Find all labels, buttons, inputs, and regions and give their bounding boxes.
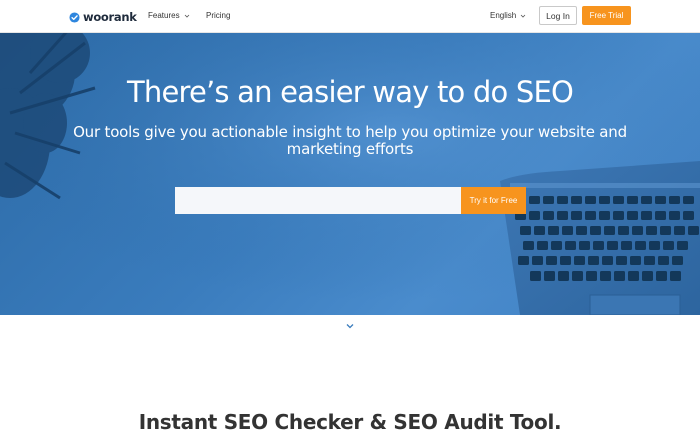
- check-badge-icon: [69, 11, 80, 23]
- free-trial-button[interactable]: Free Trial: [582, 6, 631, 25]
- hero-subtitle: Our tools give you actionable insight to…: [50, 124, 650, 158]
- hero-subtitle-line-2: marketing efforts: [286, 140, 414, 158]
- section-title: Instant SEO Checker & SEO Audit Tool.: [138, 410, 562, 434]
- nav-features-label: Features: [148, 11, 180, 20]
- nav-pricing-label: Pricing: [206, 11, 231, 20]
- top-navigation-bar: woorank Features Pricing English Log In …: [0, 0, 700, 33]
- hero-section: There’s an easier way to do SEO Our tool…: [0, 33, 700, 315]
- logo-text: woorank: [83, 10, 137, 24]
- hero-subtitle-line-1: Our tools give you actionable insight to…: [73, 123, 627, 141]
- nav-pricing[interactable]: Pricing: [206, 11, 230, 20]
- chevron-down-icon: [520, 14, 526, 18]
- login-button[interactable]: Log In: [539, 6, 577, 25]
- hero-title: There’s an easier way to do SEO: [126, 75, 574, 109]
- chevron-down-icon: [184, 14, 189, 18]
- language-selector[interactable]: English: [490, 11, 526, 20]
- nav-features[interactable]: Features: [148, 11, 190, 20]
- woorank-logo[interactable]: woorank: [69, 10, 137, 24]
- website-url-input[interactable]: [175, 187, 461, 214]
- chevron-down-icon[interactable]: [345, 322, 355, 330]
- language-label: English: [490, 11, 517, 20]
- try-it-for-free-button[interactable]: Try it for Free: [461, 187, 526, 214]
